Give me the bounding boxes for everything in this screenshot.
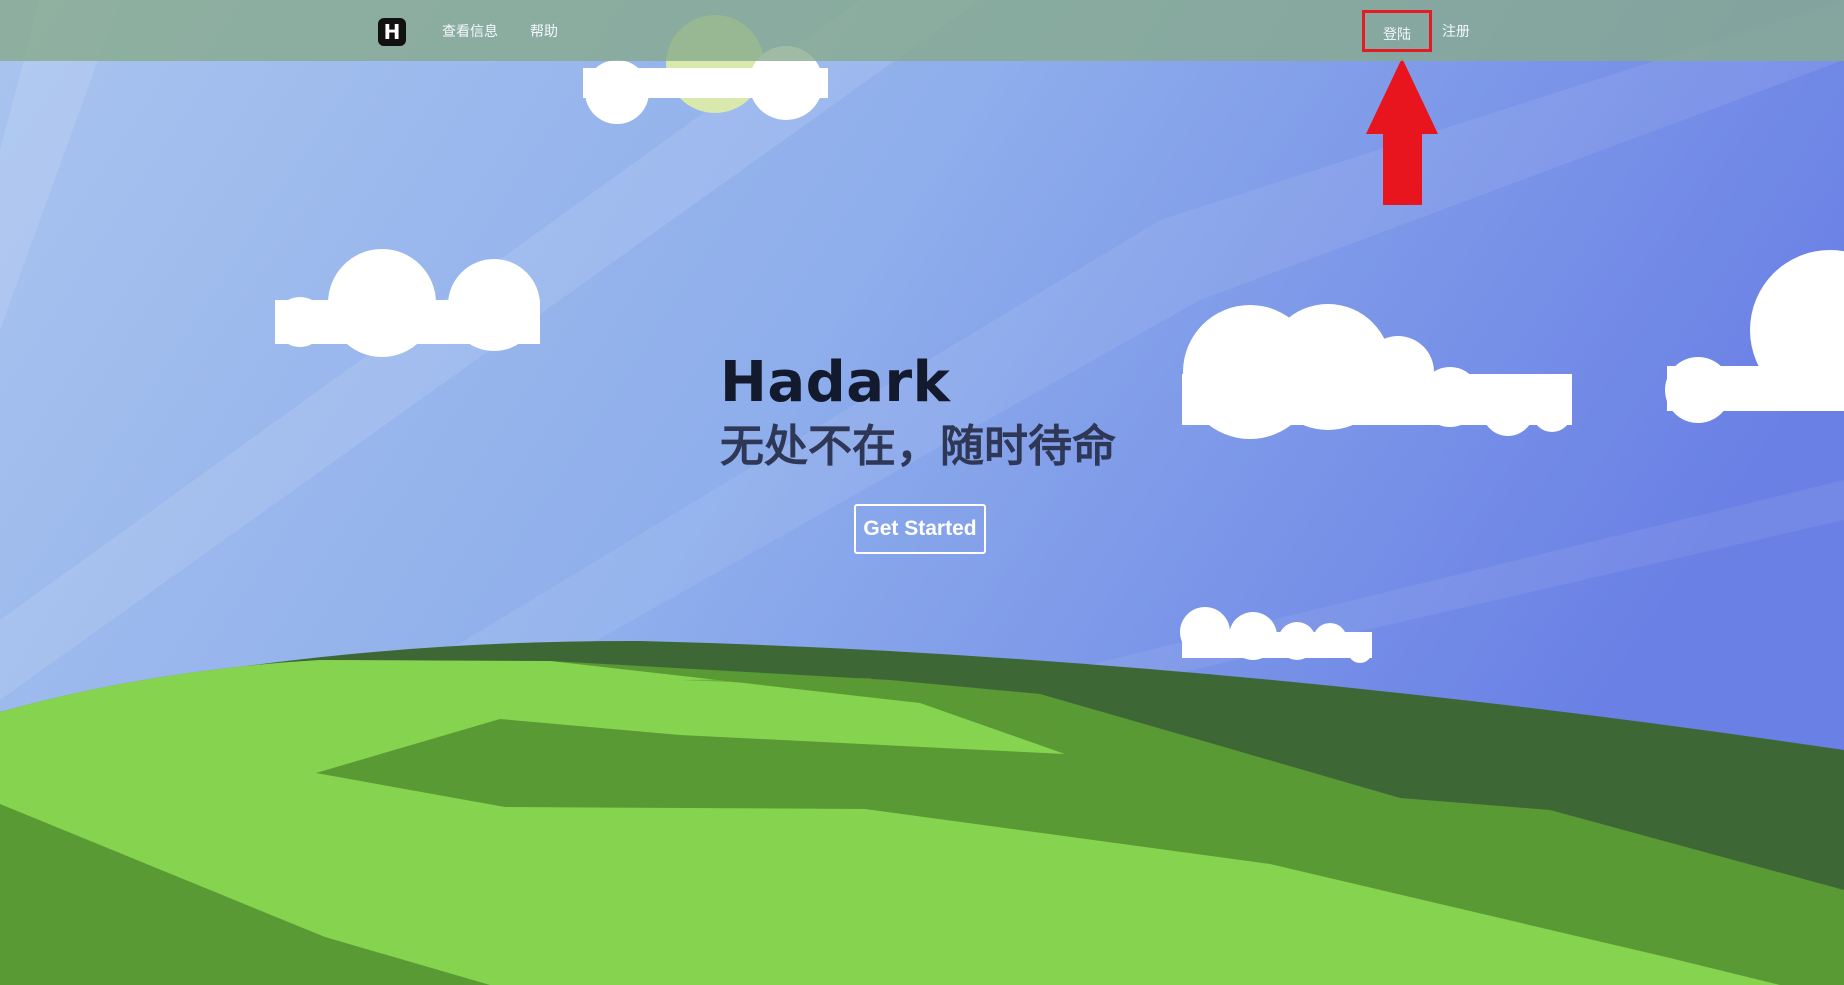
nav-help-link[interactable]: 帮助 [530,20,558,42]
nav-login-link[interactable]: 登陆 [1362,10,1432,52]
logo-icon[interactable]: H [378,18,406,46]
hero-title: Hadark [720,350,951,415]
nav-container: H 查看信息 帮助 登陆 注册 [0,0,1844,61]
nav-view-info-link[interactable]: 查看信息 [442,20,498,42]
hero-subtitle: 无处不在，随时待命 [720,421,1116,472]
hero-section: Hadark 无处不在，随时待命 [720,348,1240,476]
background-scene [0,0,1844,985]
logo-letter: H [383,20,401,44]
navbar: H 查看信息 帮助 登陆 注册 [0,0,1844,61]
nav-register-link[interactable]: 注册 [1442,20,1470,42]
get-started-button[interactable]: Get Started [854,504,986,554]
